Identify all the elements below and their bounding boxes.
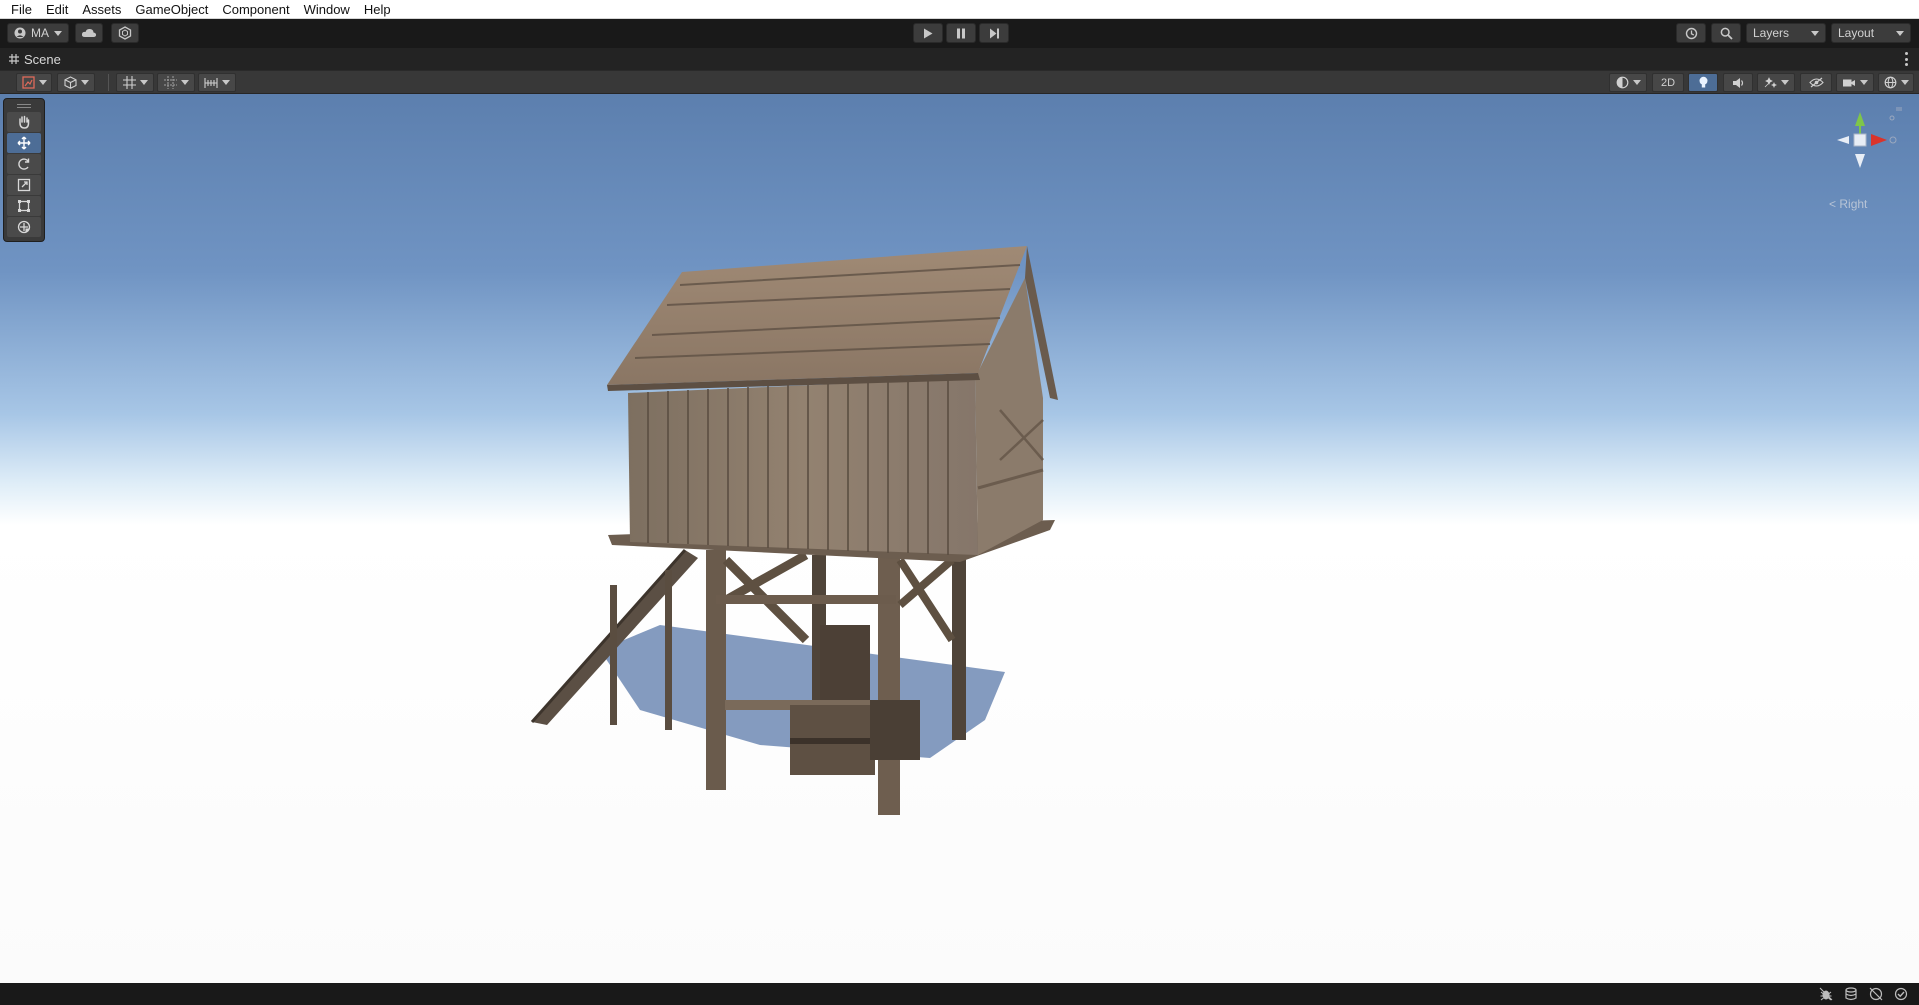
pause-button[interactable] (946, 23, 976, 43)
camera-dropdown[interactable] (1836, 73, 1874, 92)
chevron-down-icon (80, 80, 89, 85)
scene-grid-icon (9, 54, 19, 64)
shading-mode-dropdown[interactable] (57, 73, 95, 92)
bug-icon[interactable] (1818, 987, 1834, 1001)
snap-grid-icon (163, 76, 177, 89)
chevron-down-icon (1811, 30, 1819, 36)
transform-tool-button[interactable] (7, 217, 41, 237)
layout-label: Layout (1838, 26, 1875, 40)
tab-bar: Scene (0, 48, 1919, 70)
chevron-down-icon (1896, 30, 1904, 36)
rect-tool-icon (18, 200, 30, 212)
axis-gizmo-icon (1837, 107, 1902, 168)
visibility-toggle[interactable] (1800, 73, 1832, 92)
render-mode-dropdown[interactable] (1609, 73, 1647, 92)
account-label: MA (31, 26, 49, 40)
scale-tool-icon (17, 178, 31, 192)
perspective-icon: < (1829, 197, 1837, 211)
effects-dropdown[interactable] (1757, 73, 1795, 92)
grid-snap-dropdown[interactable] (116, 73, 154, 92)
account-dropdown[interactable]: MA (7, 23, 69, 43)
scene-viewport[interactable]: < Right (0, 94, 1919, 983)
rotate-tool-button[interactable] (7, 154, 41, 174)
main-toolbar: MA Layers Layout (0, 19, 1919, 48)
gizmo-view-label[interactable]: < Right (1829, 197, 1877, 211)
rect-tool-button[interactable] (7, 196, 41, 216)
chevron-down-icon (38, 80, 47, 85)
menu-window[interactable]: Window (297, 0, 357, 19)
collab-button[interactable] (111, 23, 139, 43)
tab-scene-label: Scene (24, 51, 61, 67)
effects-icon (1764, 77, 1777, 89)
menu-component[interactable]: Component (215, 0, 296, 19)
status-bar (0, 983, 1919, 1005)
play-icon (924, 28, 933, 38)
layers-label: Layers (1753, 26, 1790, 40)
ruler-icon (204, 77, 218, 88)
draw-mode-dropdown[interactable] (16, 73, 52, 92)
tool-palette (3, 98, 45, 242)
camera-icon (1843, 79, 1855, 86)
account-icon (14, 27, 26, 39)
sphere-icon (1616, 76, 1628, 89)
menu-gameobject[interactable]: GameObject (128, 0, 215, 19)
menu-file[interactable]: File (4, 0, 39, 19)
transform-tool-icon (17, 220, 31, 234)
move-tool-icon (17, 136, 31, 150)
wooden-house-model (530, 246, 1058, 815)
draw-mode-icon (21, 76, 35, 89)
chevron-down-icon (1860, 80, 1868, 85)
cube-icon (63, 76, 77, 89)
kebab-menu-icon[interactable] (1905, 52, 1909, 66)
chevron-down-icon (180, 80, 189, 85)
step-icon (989, 28, 999, 38)
menu-assets[interactable]: Assets (75, 0, 128, 19)
check-icon[interactable] (1893, 987, 1909, 1001)
chevron-down-icon (54, 30, 62, 36)
cloud-icon (81, 28, 97, 37)
history-button[interactable] (1676, 23, 1706, 43)
pause-icon (957, 28, 965, 38)
speaker-icon (1732, 77, 1743, 88)
mode-2d-label: 2D (1660, 76, 1676, 89)
chevron-down-icon (1632, 80, 1641, 85)
move-tool-button[interactable] (7, 133, 41, 153)
collab-icon (118, 26, 132, 40)
chevron-down-icon (1780, 80, 1789, 85)
globe-icon (1884, 76, 1896, 89)
menu-help[interactable]: Help (357, 0, 398, 19)
play-button[interactable] (913, 23, 943, 43)
increment-snap-dropdown[interactable] (198, 73, 236, 92)
gizmos-dropdown[interactable] (1878, 73, 1914, 92)
orientation-gizmo[interactable]: < Right (1815, 104, 1905, 211)
chevron-down-icon (139, 80, 148, 85)
search-icon (1720, 27, 1733, 40)
audio-toggle[interactable] (1723, 73, 1753, 92)
mode-2d-button[interactable]: 2D (1652, 73, 1684, 92)
db-icon[interactable] (1843, 987, 1859, 1001)
layers-dropdown[interactable]: Layers (1746, 23, 1826, 43)
scale-tool-button[interactable] (7, 175, 41, 195)
cloud-button[interactable] (75, 23, 103, 43)
tab-scene[interactable]: Scene (0, 48, 80, 70)
hidden-eye-icon (1808, 77, 1824, 88)
history-icon (1685, 27, 1697, 39)
step-button[interactable] (979, 23, 1009, 43)
drag-handle-icon[interactable] (7, 102, 41, 110)
snap-increment-dropdown[interactable] (157, 73, 195, 92)
menu-edit[interactable]: Edit (39, 0, 75, 19)
layout-dropdown[interactable]: Layout (1831, 23, 1911, 43)
rotate-tool-icon (18, 158, 30, 170)
menu-bar: File Edit Assets GameObject Component Wi… (0, 0, 1919, 19)
hand-tool-button[interactable] (7, 112, 41, 132)
hand-tool-icon (19, 115, 30, 129)
lightbulb-icon (1699, 76, 1707, 88)
lighting-toggle[interactable] (1688, 73, 1718, 92)
chevron-down-icon (1900, 80, 1909, 85)
search-button[interactable] (1711, 23, 1741, 43)
scene-toolbar: 2D (0, 70, 1919, 94)
chevron-down-icon (222, 80, 230, 85)
network-icon[interactable] (1868, 987, 1884, 1001)
grid-icon (122, 76, 136, 89)
